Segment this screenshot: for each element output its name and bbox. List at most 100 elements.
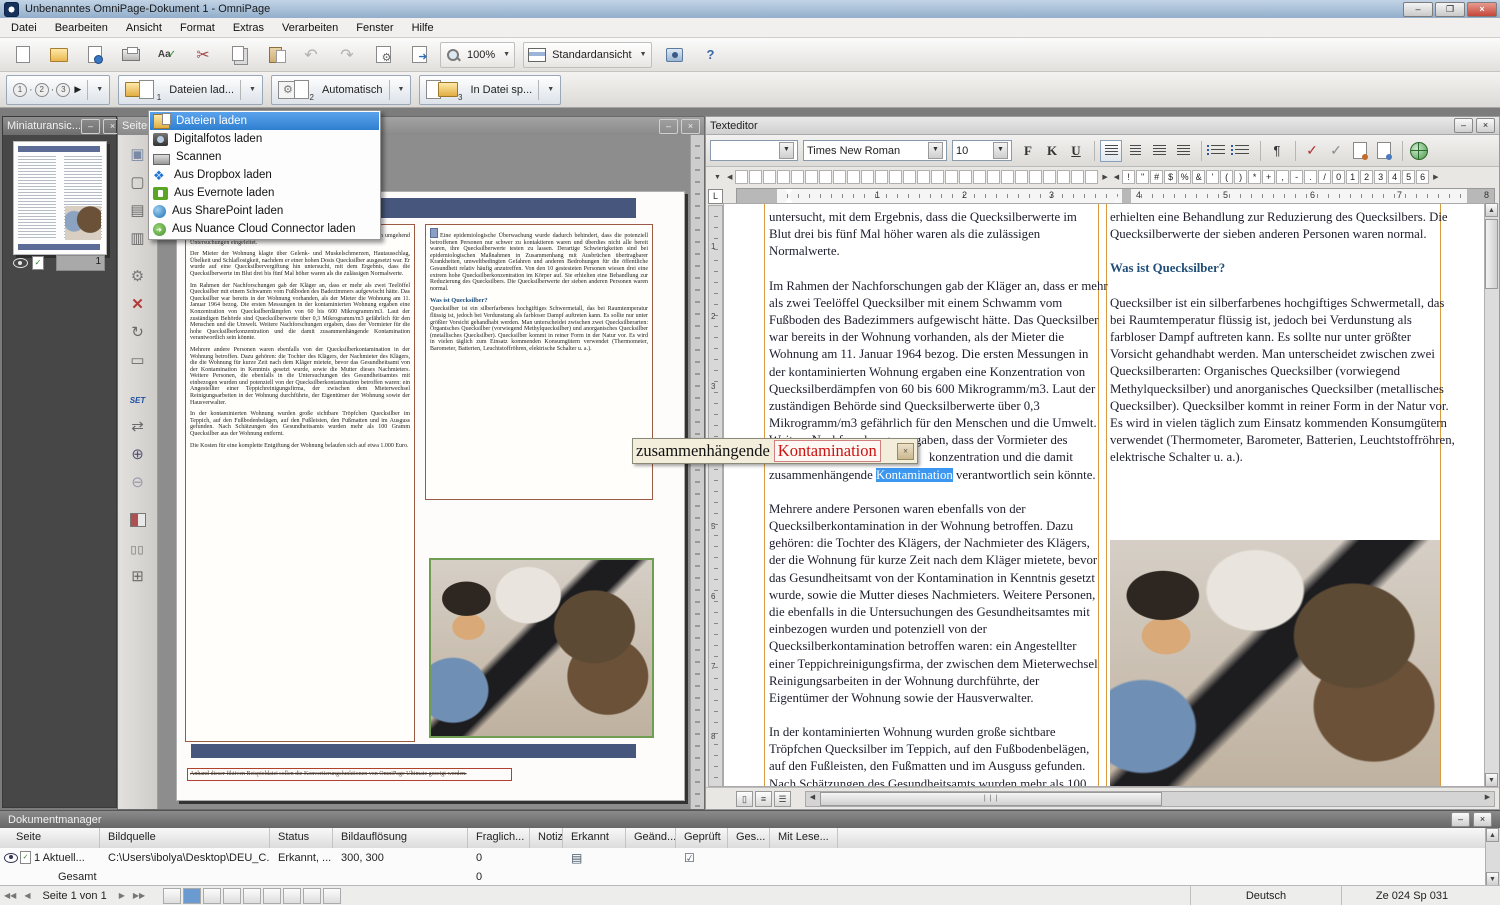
page-layout-button[interactable]	[124, 563, 152, 589]
two-page-view-button[interactable]	[124, 535, 152, 561]
table-row[interactable]: ✓1 Aktuell...C:\Users\ibolya\Desktop\DEU…	[0, 848, 1486, 867]
export-button[interactable]	[404, 42, 434, 68]
char-cell[interactable]: -	[1290, 170, 1303, 184]
swap-zones-button[interactable]	[124, 413, 152, 439]
char-cell[interactable]: .	[1304, 170, 1317, 184]
char-cell[interactable]: '	[1206, 170, 1219, 184]
char-cell-empty[interactable]	[987, 170, 1000, 184]
rotate-page-button[interactable]	[124, 319, 152, 345]
print-button[interactable]	[116, 42, 146, 68]
char-cell[interactable]: /	[1318, 170, 1331, 184]
menu-item-dateien-laden[interactable]: Dateien laden	[150, 112, 379, 130]
horizontal-ruler[interactable]: 12345678	[736, 188, 1495, 204]
italic-button[interactable]: K	[1041, 140, 1063, 162]
char-cell-empty[interactable]	[791, 170, 804, 184]
char-cell-empty[interactable]	[1001, 170, 1014, 184]
char-cell[interactable]: 0	[1332, 170, 1345, 184]
style-select[interactable]: ▼	[710, 140, 798, 161]
column-header-status[interactable]: Status	[270, 828, 333, 848]
copy-button[interactable]	[224, 42, 254, 68]
menu-extras[interactable]: Extras	[224, 19, 273, 37]
zoom-out-button[interactable]	[124, 469, 152, 495]
column-header-geprüft[interactable]: Geprüft	[676, 828, 728, 848]
underline-button[interactable]: U	[1065, 140, 1087, 162]
scan-caption-zone[interactable]: Anhand dieser fiktiven Beispieldatei sol…	[187, 768, 512, 781]
verify-all-button[interactable]: ✓	[1325, 140, 1347, 162]
char-cell[interactable]: #	[1150, 170, 1163, 184]
font-dropdown-arrow-icon[interactable]: ▼	[928, 142, 943, 159]
settings-icon[interactable]	[263, 888, 281, 904]
scan-text-zone-right[interactable]: Eine epidemiologische Überwachung wurde …	[425, 224, 653, 500]
open-button[interactable]	[44, 42, 74, 68]
page-panel-scrollbar[interactable]	[690, 135, 704, 809]
menu-item-aus-evernote-laden[interactable]: Aus Evernote laden	[150, 184, 379, 202]
char-cell-empty[interactable]	[735, 170, 748, 184]
font-size-dropdown-arrow-icon[interactable]: ▼	[993, 142, 1008, 159]
charmap-last-arrow-icon[interactable]: ▶	[1433, 173, 1438, 181]
char-cell-empty[interactable]	[749, 170, 762, 184]
docmanager-view-icon[interactable]	[243, 888, 261, 904]
new-document-button[interactable]	[8, 42, 38, 68]
char-cell-empty[interactable]	[847, 170, 860, 184]
zoom-in-button[interactable]	[124, 441, 152, 467]
workflow-steps-button[interactable]: 1·2·3▶ ▼	[6, 75, 110, 105]
char-cell[interactable]: &	[1192, 170, 1205, 184]
cut-button[interactable]	[188, 42, 218, 68]
previous-page-button[interactable]: ◀	[24, 891, 30, 900]
true-page-view-button[interactable]: ☰	[774, 791, 791, 807]
page-panel-close-button[interactable]: ×	[681, 119, 700, 134]
char-cell-empty[interactable]	[945, 170, 958, 184]
menu-format[interactable]: Format	[171, 19, 224, 37]
undo-button[interactable]	[296, 42, 326, 68]
menu-hilfe[interactable]: Hilfe	[403, 19, 443, 37]
menu-ansicht[interactable]: Ansicht	[117, 19, 171, 37]
last-page-button[interactable]: ▶▶	[133, 891, 145, 900]
char-cell[interactable]: $	[1164, 170, 1177, 184]
font-select[interactable]: Times New Roman▼	[803, 140, 947, 161]
char-cell[interactable]: (	[1220, 170, 1233, 184]
page-panel-minimize-button[interactable]: –	[659, 119, 678, 134]
mark-text-button[interactable]	[1349, 140, 1371, 162]
char-cell-empty[interactable]	[777, 170, 790, 184]
char-cell-empty[interactable]	[1043, 170, 1056, 184]
editor-column-right[interactable]: erhielten eine Behandlung zur Reduzierun…	[1110, 209, 1442, 483]
menu-item-aus-dropbox-laden[interactable]: Aus Dropbox laden	[150, 166, 379, 184]
char-cell[interactable]: 6	[1416, 170, 1429, 184]
recognize-dropdown-arrow-icon[interactable]: ▼	[398, 86, 405, 93]
char-cell[interactable]: %	[1178, 170, 1191, 184]
scroll-up-icon[interactable]: ▲	[1485, 203, 1498, 217]
charmap-left-arrow-icon[interactable]: ◀	[727, 173, 732, 181]
view-control[interactable]: Standardansicht ▼	[523, 42, 651, 68]
char-cell[interactable]: 4	[1388, 170, 1401, 184]
char-cell-empty[interactable]	[861, 170, 874, 184]
help-icon[interactable]	[303, 888, 321, 904]
editor-horizontal-scrollbar[interactable]: ◀ | | | ▶	[805, 791, 1495, 807]
char-cell-empty[interactable]	[959, 170, 972, 184]
char-cell-empty[interactable]	[1085, 170, 1098, 184]
column-header-ges[interactable]: Ges...	[728, 828, 770, 848]
char-cell-empty[interactable]	[805, 170, 818, 184]
info-icon[interactable]	[323, 888, 341, 904]
texteditor-close-button[interactable]: ×	[1476, 118, 1495, 133]
char-cell-empty[interactable]	[1071, 170, 1084, 184]
char-cell-empty[interactable]	[833, 170, 846, 184]
save-to-file-button[interactable]: 3 In Datei sp... ▼	[419, 75, 561, 105]
editor-vertical-scrollbar[interactable]: ▲ ▼	[1484, 203, 1499, 787]
char-cell-empty[interactable]	[917, 170, 930, 184]
no-formatting-view-button[interactable]: ▯	[736, 791, 753, 807]
char-cell[interactable]: !	[1122, 170, 1135, 184]
editor-photo[interactable]	[1110, 540, 1440, 787]
docmanager-close-button[interactable]: ×	[1473, 812, 1492, 827]
char-cell-empty[interactable]	[931, 170, 944, 184]
settings-gear-button[interactable]	[124, 263, 152, 289]
help-button[interactable]	[696, 42, 726, 68]
verifier-close-icon[interactable]: ×	[897, 443, 914, 460]
first-page-button[interactable]: ◀◀	[4, 891, 16, 900]
recognize-button[interactable]: ⚙2 Automatisch ▼	[271, 75, 411, 105]
page-image-view-icon[interactable]	[183, 888, 201, 904]
language-button[interactable]	[1408, 140, 1430, 162]
char-cell-empty[interactable]	[763, 170, 776, 184]
minimize-button[interactable]: –	[1403, 2, 1433, 17]
menu-fenster[interactable]: Fenster	[347, 19, 402, 37]
char-cell[interactable]: )	[1234, 170, 1247, 184]
